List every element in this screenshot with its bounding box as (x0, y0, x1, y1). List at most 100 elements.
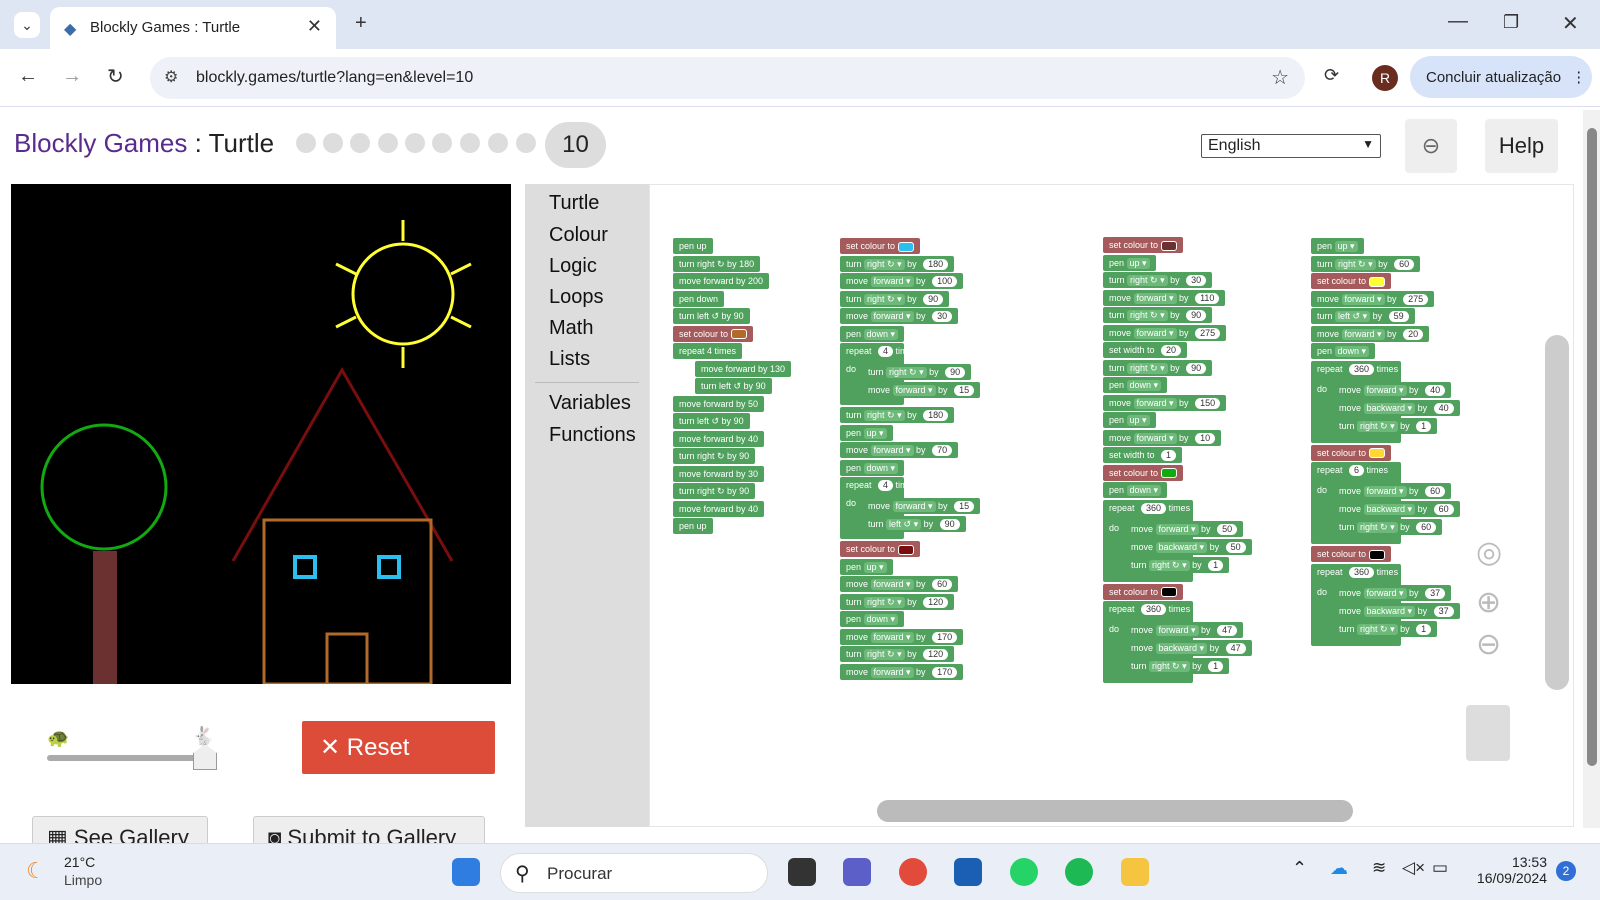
close-tab-icon[interactable]: ✕ (307, 16, 322, 37)
block-repeat[interactable]: repeat 4 times (673, 343, 743, 359)
back-icon[interactable]: ← (18, 65, 38, 88)
workspace-horizontal-scrollbar[interactable] (877, 800, 1353, 822)
block-move[interactable]: move forward by 130 (695, 360, 792, 377)
block-move[interactable]: move forward ▾ by 110 (1103, 289, 1226, 306)
block-set-colour[interactable]: set colour to (1311, 273, 1391, 289)
block-pen[interactable]: pen up (673, 518, 713, 534)
block-turn[interactable]: turn right ↻ ▾ by 90 (840, 290, 950, 307)
chrome-icon[interactable] (899, 858, 927, 886)
block-move[interactable]: move forward ▾ by 20 (1311, 325, 1430, 342)
block-move[interactable]: move backward ▾ by 37 (1333, 602, 1460, 619)
block-turn[interactable]: turn left ↺ ▾ by 59 (1311, 308, 1415, 324)
windows-start-icon[interactable] (452, 858, 480, 886)
block-turn[interactable]: turn right ↻ ▾ by 30 (1103, 272, 1213, 288)
level-dot-2[interactable] (323, 133, 343, 153)
help-button[interactable]: Help (1485, 119, 1558, 173)
notification-badge[interactable]: 2 (1556, 861, 1576, 881)
block-turn[interactable]: turn right ↻ ▾ by 90 (1103, 307, 1213, 323)
reload-icon[interactable]: ↻ (107, 64, 124, 89)
close-window-icon[interactable]: ✕ (1562, 11, 1579, 36)
block-move[interactable]: move forward ▾ by 275 (1103, 324, 1227, 341)
meet-icon[interactable] (843, 858, 871, 886)
block-turn[interactable]: turn right ↻ by 180 (673, 255, 761, 272)
restore-icon[interactable]: ❐ (1503, 12, 1519, 33)
level-dot-8[interactable] (488, 133, 508, 153)
trash-icon[interactable] (1466, 705, 1510, 761)
block-pen[interactable]: pen up ▾ (1311, 238, 1364, 254)
block-set-colour[interactable]: set colour to (1311, 444, 1391, 461)
block-turn[interactable]: turn right ↻ ▾ by 120 (840, 646, 955, 662)
bookmark-star-icon[interactable]: ☆ (1271, 65, 1289, 90)
block-move[interactable]: move forward ▾ by 37 (1333, 584, 1452, 601)
block-turn[interactable]: turn left ↺ by 90 (673, 308, 750, 324)
block-pen[interactable]: pen down ▾ (840, 459, 905, 476)
block-turn[interactable]: turn right ↻ ▾ by 1 (1125, 658, 1230, 674)
block-move[interactable]: move backward ▾ by 60 (1333, 501, 1460, 517)
block-move[interactable]: move forward ▾ by 50 (1125, 520, 1244, 537)
language-select[interactable]: English ▼ (1201, 134, 1381, 158)
block-pen[interactable]: pen down ▾ (1103, 482, 1168, 498)
block-set-colour[interactable]: set colour to (1103, 583, 1183, 600)
block-set-colour[interactable]: set colour to (840, 238, 920, 254)
block-move[interactable]: move backward ▾ by 50 (1125, 538, 1252, 555)
block-turn[interactable]: turn right ↻ ▾ by 1 (1333, 417, 1438, 434)
block-pen[interactable]: pen down ▾ (840, 325, 905, 342)
recenter-icon[interactable]: ◎ (1476, 535, 1502, 570)
wifi-icon[interactable]: ≋ (1372, 858, 1386, 878)
level-dot-7[interactable] (460, 133, 480, 153)
minimize-icon[interactable]: — (1448, 10, 1468, 33)
block-move[interactable]: move forward ▾ by 47 (1125, 622, 1244, 638)
block-set[interactable]: set colour to (673, 325, 753, 342)
block-move[interactable]: move forward by 200 (673, 273, 770, 289)
block-turn[interactable]: turn right ↻ ▾ by 60 (1333, 519, 1443, 535)
store-icon[interactable] (954, 858, 982, 886)
volume-muted-icon[interactable]: ◁× (1402, 858, 1425, 878)
block-move[interactable]: move forward ▾ by 275 (1311, 290, 1435, 307)
block-move[interactable]: move forward ▾ by 15 (862, 498, 981, 514)
spotify-icon[interactable] (1065, 858, 1093, 886)
level-dot-4[interactable] (378, 133, 398, 153)
workspace-vertical-scrollbar[interactable] (1545, 335, 1569, 690)
block-turn[interactable]: turn left ↺ by 90 (673, 413, 750, 429)
level-dot-9[interactable] (516, 133, 536, 153)
block-turn[interactable]: turn right ↻ ▾ by 120 (840, 593, 955, 610)
toolbox-lists[interactable]: Lists (549, 348, 590, 371)
block-pen[interactable]: pen up ▾ (840, 424, 893, 441)
address-bar[interactable]: ⚙ blockly.games/turtle?lang=en&level=10 … (150, 57, 1305, 99)
block-turn[interactable]: turn right ↻ ▾ by 90 (1103, 359, 1213, 376)
page-scrollbar[interactable] (1583, 110, 1600, 828)
reset-button[interactable]: ✕ Reset (302, 721, 495, 774)
block-turn[interactable]: turn right ↻ ▾ by 180 (840, 255, 955, 272)
page-scroll-thumb[interactable] (1587, 128, 1597, 766)
block-move[interactable]: move forward by 50 (673, 395, 765, 412)
toolbox-loops[interactable]: Loops (549, 286, 604, 309)
block-turn[interactable]: turn right ↻ ▾ by 180 (840, 407, 955, 423)
block-move[interactable]: move forward by 30 (673, 465, 765, 482)
taskbar-search[interactable]: ⚲ Procurar (500, 853, 768, 893)
block-move[interactable]: move forward ▾ by 60 (840, 576, 959, 592)
zoom-in-icon[interactable]: ⊕ (1476, 585, 1501, 620)
block-pen[interactable]: pen up (673, 238, 713, 254)
active-tab[interactable]: ◆ Blockly Games : Turtle ✕ (50, 7, 336, 49)
slider-thumb[interactable] (193, 744, 217, 770)
block-turn[interactable]: turn right ↻ ▾ by 90 (862, 364, 972, 380)
block-pen[interactable]: pen up ▾ (1103, 254, 1156, 271)
folder-icon[interactable] (1121, 858, 1149, 886)
block-turn[interactable]: turn right ↻ by 90 (673, 483, 756, 499)
block-pen[interactable]: pen up ▾ (840, 558, 893, 575)
block-set-width[interactable]: set width to 20 (1103, 342, 1188, 358)
whatsapp-icon[interactable] (1010, 858, 1038, 886)
block-pen[interactable]: pen down ▾ (840, 611, 905, 627)
block-pen[interactable]: pen down ▾ (1103, 377, 1168, 393)
block-move[interactable]: move forward ▾ by 70 (840, 442, 959, 458)
forward-icon[interactable]: → (62, 65, 82, 88)
block-move[interactable]: move forward ▾ by 150 (1103, 394, 1227, 411)
speed-slider[interactable]: 🐢 🐇 (47, 720, 219, 770)
block-turn[interactable]: turn left ↺ by 90 (695, 378, 772, 394)
toolbox-logic[interactable]: Logic (549, 255, 597, 278)
clock[interactable]: 13:53 16/09/2024 (1465, 854, 1547, 886)
block-turn[interactable]: turn right ↻ by 90 (673, 448, 756, 464)
update-button[interactable]: Concluir atualização ⋮ (1410, 56, 1592, 98)
site-info-icon[interactable]: ⚙ (164, 67, 178, 87)
link-button[interactable]: ⊖ (1405, 119, 1457, 173)
